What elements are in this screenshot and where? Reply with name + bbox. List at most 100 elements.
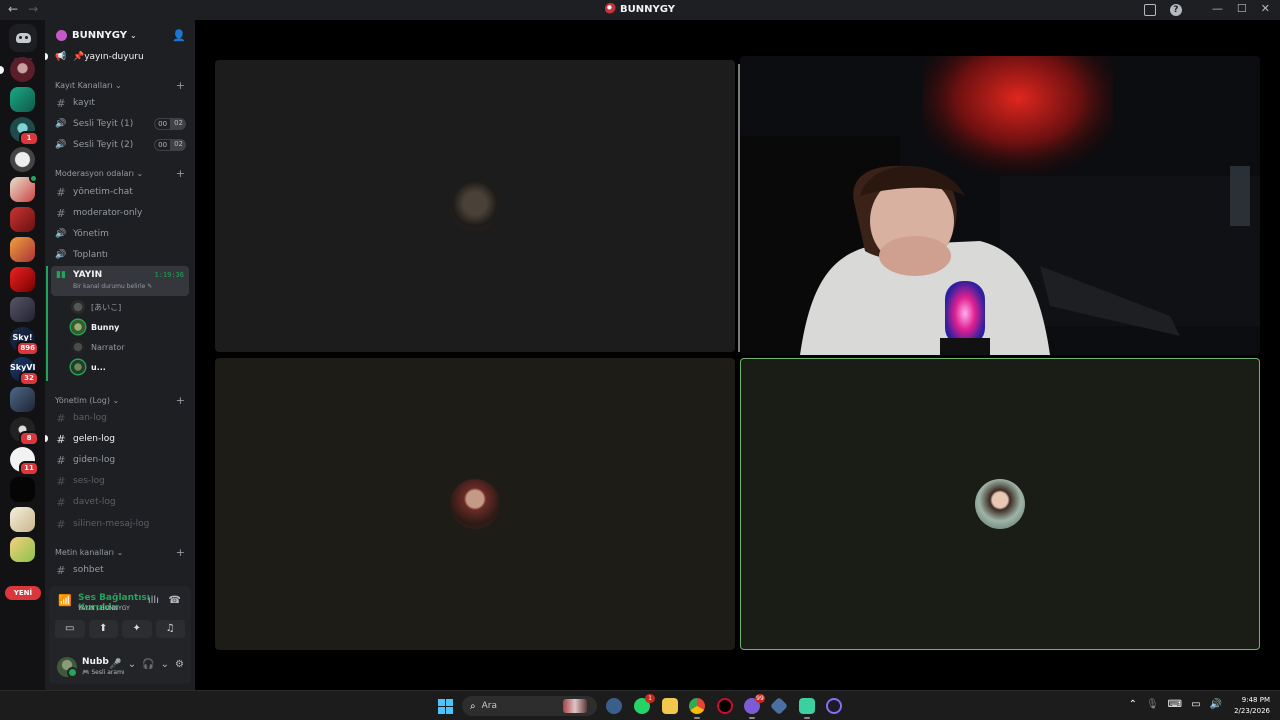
screen-share-button[interactable]: ⬆ [88, 620, 118, 638]
channel-kayit[interactable]: # kayıt [51, 93, 189, 113]
channel-toplanti[interactable]: 🔊 Toplantı [51, 245, 189, 265]
direct-messages-button[interactable] [9, 24, 37, 52]
server-avatar [10, 57, 35, 82]
server-icon[interactable] [10, 267, 35, 292]
server-header[interactable]: BUNNYGY ⌄ 👤 [45, 20, 195, 50]
voice-user[interactable]: [あいこ] [71, 298, 121, 316]
server-icon[interactable]: 8 [10, 417, 39, 446]
channel-yonetim[interactable]: 🔊 Yönetim [51, 224, 189, 244]
voice-user[interactable]: u... [71, 358, 106, 376]
participant-tile[interactable] [215, 60, 735, 352]
server-icon[interactable]: 11 [10, 447, 39, 476]
steam-app-icon[interactable] [769, 696, 789, 716]
server-icon[interactable] [10, 174, 38, 202]
category-yonetim-log[interactable]: Yönetim (Log) ⌄ + [55, 393, 189, 407]
channel-yayin[interactable]: ▮▮ YAYIN 1:19:36 Bir kanal durumu belirl… [51, 266, 189, 296]
channel-status[interactable]: Bir kanal durumu belirle ✎ [73, 283, 152, 290]
start-button[interactable] [438, 699, 453, 714]
server-icon[interactable] [10, 477, 35, 502]
user-name[interactable]: Nubb [82, 657, 109, 667]
text-channel-icon: # [56, 96, 66, 110]
server-icon[interactable] [10, 87, 35, 112]
activities-button[interactable]: ✦ [122, 620, 152, 638]
volume-icon[interactable]: 🔊 [1210, 699, 1222, 710]
disconnect-icon[interactable]: ☎ [169, 595, 181, 606]
invite-people-icon[interactable]: 👤 [172, 29, 186, 42]
server-icon[interactable] [10, 147, 35, 172]
network-icon[interactable]: ▭ [1191, 699, 1200, 710]
maximize-button[interactable]: ☐ [1237, 2, 1247, 16]
category-metin[interactable]: Metin kanalları ⌄ + [55, 545, 189, 559]
participant-tile-speaking[interactable] [740, 358, 1260, 650]
category-moderasyon[interactable]: Moderasyon odaları ⌄ + [55, 166, 189, 180]
text-channel-icon: # [56, 474, 66, 488]
inbox-icon[interactable] [1143, 4, 1156, 16]
minimize-button[interactable]: — [1212, 2, 1223, 16]
noise-suppression-icon[interactable]: ıllı [148, 595, 159, 606]
close-button[interactable]: ✕ [1261, 2, 1270, 16]
add-channel-icon[interactable]: + [176, 79, 185, 92]
voice-location[interactable]: YAYIN / BUNNYGY [78, 605, 130, 612]
signal-icon[interactable]: 📶 [58, 594, 72, 607]
call-duration: 1:19:36 [154, 271, 184, 279]
add-channel-icon[interactable]: + [176, 394, 185, 407]
text-channel-icon: # [56, 432, 66, 446]
voice-user[interactable]: Narrator [71, 338, 125, 356]
new-servers-pill[interactable]: YENİ [5, 586, 41, 600]
channel-sesli-teyit-2[interactable]: 🔊 Sesli Teyit (2) 00 02 [51, 135, 189, 155]
add-channel-icon[interactable]: + [176, 167, 185, 180]
channel-yayin-duyuru[interactable]: 📢 📌yayın-duyuru [45, 50, 189, 67]
server-icon[interactable] [10, 387, 35, 412]
search-icon: ⌕ [470, 700, 476, 712]
channel-ses-log[interactable]: # ses-log [51, 471, 189, 491]
channel-silinen-mesaj-log[interactable]: # silinen-mesaj-log [51, 514, 189, 534]
whatsapp-app-icon[interactable]: 1 [634, 694, 655, 714]
server-icon[interactable] [10, 537, 35, 562]
settings-app-icon[interactable] [606, 698, 622, 714]
channel-sesli-teyit-1[interactable]: 🔊 Sesli Teyit (1) 00 02 [51, 114, 189, 134]
server-icon[interactable]: 1 [10, 117, 39, 146]
microphone-icon[interactable]: 🎤 [109, 659, 121, 670]
channel-gelen-log[interactable]: # gelen-log [45, 429, 189, 449]
settings-gear-icon[interactable]: ⚙ [175, 659, 184, 670]
category-kayit[interactable]: Kayıt Kanalları ⌄ + [55, 78, 189, 92]
avatar[interactable] [57, 657, 78, 678]
channel-ban-log[interactable]: # ban-log [51, 408, 189, 428]
server-icon[interactable] [10, 297, 35, 322]
file-explorer-icon[interactable] [662, 698, 678, 714]
server-icon[interactable]: Sky! 896 [10, 327, 39, 356]
discord-app-icon[interactable] [799, 698, 815, 719]
chevron-down-icon[interactable]: ⌄ [161, 659, 169, 670]
messenger-app-icon[interactable]: 99 [744, 694, 765, 719]
keyboard-icon[interactable]: ⌨ [1168, 699, 1182, 710]
participant-tile[interactable] [215, 358, 735, 650]
user-limit-counter: 00 02 [154, 118, 186, 130]
server-icon[interactable] [10, 237, 35, 262]
channel-giden-log[interactable]: # giden-log [51, 450, 189, 470]
server-icon[interactable] [10, 207, 35, 232]
channel-moderator-only[interactable]: # moderator-only [51, 203, 189, 223]
search-box[interactable]: ⌕ Ara [462, 696, 597, 716]
camera-stream-tile[interactable] [740, 56, 1260, 355]
server-icon[interactable] [0, 57, 35, 82]
channel-sohbet[interactable]: # sohbet [51, 560, 189, 580]
notification-badge: 1 [645, 694, 655, 703]
chevron-up-icon[interactable]: ⌃ [1129, 699, 1137, 710]
headphones-icon[interactable]: 🎧 [142, 659, 154, 670]
voice-user[interactable]: Bunny [71, 318, 119, 336]
help-icon[interactable]: ? [1169, 4, 1182, 16]
clock[interactable]: 9:48 PM 2/23/2026 [1234, 695, 1270, 717]
opera-app-icon[interactable] [717, 698, 733, 714]
microphone-icon[interactable]: 🎙 [1146, 699, 1159, 710]
soundboard-button[interactable]: ♫ [155, 620, 185, 638]
server-icon[interactable] [10, 507, 35, 532]
server-avatar [10, 477, 35, 502]
channel-yonetim-chat[interactable]: # yönetim-chat [51, 182, 189, 202]
camera-off-button[interactable]: ▭ [55, 620, 85, 638]
channel-davet-log[interactable]: # davet-log [51, 492, 189, 512]
add-channel-icon[interactable]: + [176, 546, 185, 559]
chrome-app-icon[interactable] [689, 698, 705, 719]
overwolf-app-icon[interactable] [826, 698, 842, 714]
chevron-down-icon[interactable]: ⌄ [128, 659, 136, 670]
server-icon[interactable]: SkyVI 32 [10, 357, 39, 386]
